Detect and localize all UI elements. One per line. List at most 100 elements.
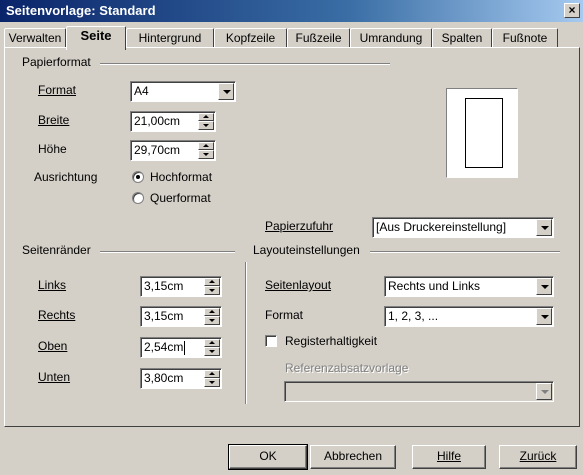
- chevron-down-icon[interactable]: [536, 278, 552, 295]
- tab-label: Umrandung: [359, 31, 423, 45]
- tab-label: Kopfzeile: [225, 31, 276, 45]
- paper-tray-label: Papierzufuhr: [265, 219, 334, 233]
- margin-right-value: 3,15cm: [144, 309, 184, 323]
- margin-top-value: 2,54cm: [144, 340, 184, 354]
- cancel-button[interactable]: Abbrechen: [310, 445, 396, 469]
- group-separator: [100, 251, 235, 253]
- spin-buttons[interactable]: [204, 308, 220, 325]
- paper-width-value: 21,00cm: [134, 114, 181, 128]
- spin-down-icon[interactable]: [204, 378, 220, 387]
- tab-label: Hintergrund: [138, 31, 202, 45]
- spin-down-icon[interactable]: [198, 150, 214, 159]
- ok-button-label: OK: [259, 449, 277, 463]
- tab-umrandung[interactable]: Umrandung: [350, 28, 432, 48]
- vertical-separator: [245, 262, 247, 404]
- ref-style-select[interactable]: [284, 381, 554, 402]
- chevron-down-icon[interactable]: [536, 383, 552, 400]
- margin-top-label: Oben: [38, 339, 68, 353]
- portrait-label[interactable]: Hochformat: [150, 170, 212, 184]
- margin-bottom-stepper[interactable]: 3,80cm: [140, 368, 222, 389]
- spin-down-icon[interactable]: [204, 347, 220, 356]
- margin-right-label: Rechts: [38, 308, 76, 322]
- close-icon: ×: [568, 3, 576, 17]
- group-separator: [370, 251, 560, 253]
- number-format-select[interactable]: 1, 2, 3, ...: [384, 306, 554, 327]
- page-layout-select[interactable]: Rechts und Links: [384, 276, 554, 297]
- spin-up-icon[interactable]: [198, 142, 214, 150]
- close-button[interactable]: ×: [564, 3, 580, 18]
- ok-button[interactable]: OK: [228, 444, 308, 470]
- tab-kopfzeile[interactable]: Kopfzeile: [214, 28, 287, 48]
- tab-verwalten[interactable]: Verwalten: [4, 28, 66, 48]
- reset-button[interactable]: Zurück: [499, 445, 577, 469]
- tab-label: Seite: [80, 28, 112, 43]
- tab-fusszeile[interactable]: Fußzeile: [287, 28, 350, 48]
- group-title-paper: Papierformat: [22, 55, 95, 69]
- spin-down-icon[interactable]: [198, 121, 214, 130]
- window-title: Seitenvorlage: Standard: [6, 3, 156, 18]
- group-separator: [100, 63, 390, 65]
- tab-label: Spalten: [441, 31, 483, 45]
- margin-bottom-label: Unten: [38, 370, 71, 384]
- page-preview: [446, 88, 518, 178]
- paper-height-stepper[interactable]: 29,70cm: [130, 140, 216, 161]
- margin-right-stepper[interactable]: 3,15cm: [140, 306, 222, 327]
- tab-label: Verwalten: [8, 31, 62, 45]
- spin-down-icon[interactable]: [204, 316, 220, 325]
- chevron-down-icon[interactable]: [536, 308, 552, 325]
- spin-down-icon[interactable]: [204, 286, 220, 295]
- spin-up-icon[interactable]: [204, 278, 220, 286]
- paper-format-select[interactable]: A4: [130, 81, 236, 102]
- cancel-button-label: Abbrechen: [323, 449, 383, 463]
- tab-label: Fußzeile: [295, 31, 342, 45]
- paper-width-stepper[interactable]: 21,00cm: [130, 111, 216, 132]
- landscape-radio[interactable]: [132, 192, 144, 204]
- tab-hintergrund[interactable]: Hintergrund: [126, 28, 214, 48]
- paper-format-value: A4: [134, 84, 149, 98]
- landscape-label[interactable]: Querformat: [150, 191, 211, 205]
- paper-tray-value: [Aus Druckereinstellung]: [376, 220, 507, 234]
- spin-up-icon[interactable]: [204, 370, 220, 378]
- spin-buttons[interactable]: [198, 113, 214, 130]
- paper-height-value: 29,70cm: [134, 143, 181, 157]
- chevron-down-icon[interactable]: [536, 219, 552, 236]
- chevron-down-icon[interactable]: [218, 83, 234, 100]
- paper-tray-select[interactable]: [Aus Druckereinstellung]: [372, 217, 554, 238]
- tab-seite[interactable]: Seite: [66, 26, 126, 50]
- register-label[interactable]: Registerhaltigkeit: [285, 334, 377, 348]
- page-preview-sheet: [465, 98, 503, 168]
- register-checkbox[interactable]: [265, 335, 277, 347]
- paper-height-label: Höhe: [38, 142, 67, 156]
- help-button[interactable]: Hilfe: [412, 445, 486, 469]
- page-layout-value: Rechts und Links: [388, 279, 481, 293]
- help-button-label: Hilfe: [436, 449, 461, 463]
- tab-spalten[interactable]: Spalten: [432, 28, 492, 48]
- text-caret: [184, 340, 186, 355]
- tab-label: Fußnote: [502, 31, 548, 45]
- margin-left-stepper[interactable]: 3,15cm: [140, 276, 222, 297]
- spin-up-icon[interactable]: [204, 339, 220, 347]
- margin-bottom-value: 3,80cm: [144, 371, 184, 385]
- page-layout-label: Seitenlayout: [265, 278, 332, 292]
- reset-button-label: Zurück: [519, 449, 557, 463]
- spin-up-icon[interactable]: [198, 113, 214, 121]
- margin-top-stepper[interactable]: 2,54cm: [140, 337, 222, 358]
- number-format-label: Format: [265, 308, 304, 322]
- tab-fussnote[interactable]: Fußnote: [492, 28, 558, 48]
- spin-buttons[interactable]: [204, 278, 220, 295]
- title-bar: Seitenvorlage: Standard: [0, 0, 583, 22]
- margin-left-label: Links: [38, 278, 67, 292]
- spin-up-icon[interactable]: [204, 308, 220, 316]
- paper-format-label: Format: [38, 83, 77, 97]
- margin-left-value: 3,15cm: [144, 279, 184, 293]
- spin-buttons[interactable]: [198, 142, 214, 159]
- spin-buttons[interactable]: [204, 370, 220, 387]
- number-format-value: 1, 2, 3, ...: [388, 309, 439, 323]
- ref-style-label: Referenzabsatzvorlage: [285, 361, 409, 375]
- group-title-margins: Seitenränder: [22, 243, 95, 257]
- spin-buttons[interactable]: [204, 339, 220, 356]
- group-title-layout: Layouteinstellungen: [253, 243, 364, 257]
- portrait-radio[interactable]: [132, 171, 144, 183]
- paper-width-label: Breite: [38, 113, 70, 127]
- orientation-label: Ausrichtung: [34, 170, 98, 184]
